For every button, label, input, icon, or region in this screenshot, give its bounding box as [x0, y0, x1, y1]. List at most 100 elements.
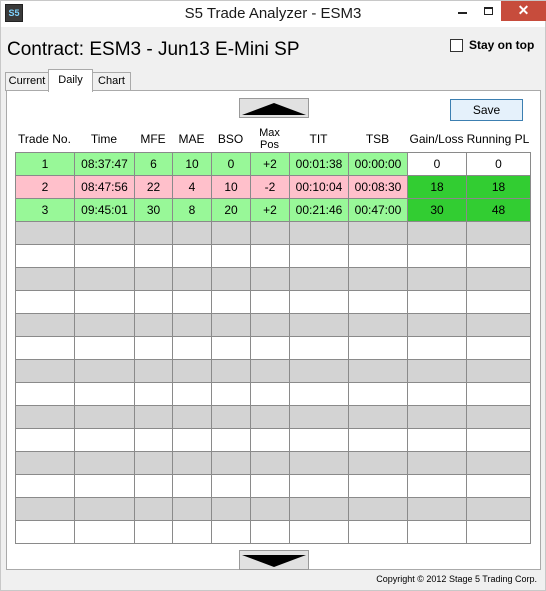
empty-cell[interactable] [211, 497, 251, 521]
cell-tit[interactable]: 00:01:38 [289, 152, 349, 176]
empty-cell[interactable] [74, 497, 135, 521]
empty-table-row[interactable] [15, 290, 531, 314]
empty-cell[interactable] [74, 520, 135, 544]
cell-mae[interactable]: 4 [172, 175, 212, 199]
empty-cell[interactable] [466, 451, 531, 475]
cell-time[interactable]: 09:45:01 [74, 198, 135, 222]
cell-bso[interactable]: 10 [211, 175, 251, 199]
empty-cell[interactable] [74, 336, 135, 360]
empty-cell[interactable] [172, 474, 212, 498]
empty-cell[interactable] [348, 359, 408, 383]
cell-tit[interactable]: 00:10:04 [289, 175, 349, 199]
empty-cell[interactable] [211, 221, 251, 245]
cell-trade-no[interactable]: 2 [15, 175, 75, 199]
empty-cell[interactable] [250, 428, 290, 452]
empty-cell[interactable] [289, 405, 349, 429]
empty-cell[interactable] [466, 267, 531, 291]
empty-cell[interactable] [407, 290, 467, 314]
empty-cell[interactable] [466, 382, 531, 406]
empty-cell[interactable] [15, 497, 75, 521]
empty-cell[interactable] [134, 267, 173, 291]
cell-running-pl[interactable]: 18 [466, 175, 531, 199]
cell-trade-no[interactable]: 3 [15, 198, 75, 222]
empty-cell[interactable] [407, 451, 467, 475]
cell-bso[interactable]: 0 [211, 152, 251, 176]
empty-cell[interactable] [172, 313, 212, 337]
empty-cell[interactable] [15, 405, 75, 429]
empty-cell[interactable] [172, 405, 212, 429]
empty-cell[interactable] [289, 290, 349, 314]
cell-running-pl[interactable]: 48 [466, 198, 531, 222]
minimize-button[interactable] [449, 1, 475, 21]
empty-cell[interactable] [250, 290, 290, 314]
empty-cell[interactable] [211, 336, 251, 360]
empty-cell[interactable] [466, 428, 531, 452]
empty-cell[interactable] [172, 428, 212, 452]
scroll-down-button[interactable] [239, 550, 309, 570]
empty-cell[interactable] [466, 520, 531, 544]
cell-tsb[interactable]: 00:00:00 [348, 152, 408, 176]
empty-cell[interactable] [74, 313, 135, 337]
cell-max-pos[interactable]: +2 [250, 198, 290, 222]
empty-cell[interactable] [15, 290, 75, 314]
empty-cell[interactable] [74, 451, 135, 475]
empty-cell[interactable] [348, 451, 408, 475]
empty-cell[interactable] [134, 382, 173, 406]
empty-cell[interactable] [134, 497, 173, 521]
cell-gain-loss[interactable]: 18 [407, 175, 467, 199]
empty-cell[interactable] [250, 382, 290, 406]
empty-cell[interactable] [134, 428, 173, 452]
empty-cell[interactable] [348, 313, 408, 337]
empty-cell[interactable] [466, 405, 531, 429]
empty-cell[interactable] [348, 428, 408, 452]
empty-cell[interactable] [348, 497, 408, 521]
cell-max-pos[interactable]: -2 [250, 175, 290, 199]
cell-gain-loss[interactable]: 0 [407, 152, 467, 176]
empty-cell[interactable] [134, 359, 173, 383]
empty-cell[interactable] [407, 359, 467, 383]
empty-cell[interactable] [74, 244, 135, 268]
empty-cell[interactable] [15, 382, 75, 406]
cell-mae[interactable]: 8 [172, 198, 212, 222]
empty-cell[interactable] [15, 244, 75, 268]
empty-cell[interactable] [15, 336, 75, 360]
empty-cell[interactable] [74, 290, 135, 314]
empty-cell[interactable] [211, 313, 251, 337]
empty-cell[interactable] [74, 382, 135, 406]
empty-cell[interactable] [250, 359, 290, 383]
empty-table-row[interactable] [15, 405, 531, 429]
empty-cell[interactable] [134, 244, 173, 268]
empty-cell[interactable] [15, 313, 75, 337]
tab-daily[interactable]: Daily [48, 69, 93, 92]
empty-cell[interactable] [466, 474, 531, 498]
empty-cell[interactable] [74, 221, 135, 245]
empty-cell[interactable] [15, 474, 75, 498]
empty-cell[interactable] [466, 313, 531, 337]
empty-cell[interactable] [211, 428, 251, 452]
empty-cell[interactable] [134, 451, 173, 475]
empty-cell[interactable] [348, 244, 408, 268]
stay-on-top-checkbox[interactable] [450, 39, 463, 52]
empty-cell[interactable] [289, 428, 349, 452]
cell-running-pl[interactable]: 0 [466, 152, 531, 176]
empty-cell[interactable] [172, 359, 212, 383]
empty-cell[interactable] [466, 336, 531, 360]
empty-cell[interactable] [250, 267, 290, 291]
empty-cell[interactable] [211, 382, 251, 406]
empty-cell[interactable] [15, 359, 75, 383]
empty-cell[interactable] [289, 313, 349, 337]
empty-cell[interactable] [250, 405, 290, 429]
empty-cell[interactable] [172, 267, 212, 291]
empty-cell[interactable] [134, 474, 173, 498]
empty-cell[interactable] [211, 359, 251, 383]
empty-table-row[interactable] [15, 336, 531, 360]
empty-cell[interactable] [289, 267, 349, 291]
empty-cell[interactable] [74, 359, 135, 383]
empty-cell[interactable] [407, 382, 467, 406]
cell-time[interactable]: 08:47:56 [74, 175, 135, 199]
empty-cell[interactable] [289, 497, 349, 521]
empty-cell[interactable] [211, 405, 251, 429]
empty-cell[interactable] [289, 382, 349, 406]
empty-cell[interactable] [172, 290, 212, 314]
empty-cell[interactable] [211, 267, 251, 291]
